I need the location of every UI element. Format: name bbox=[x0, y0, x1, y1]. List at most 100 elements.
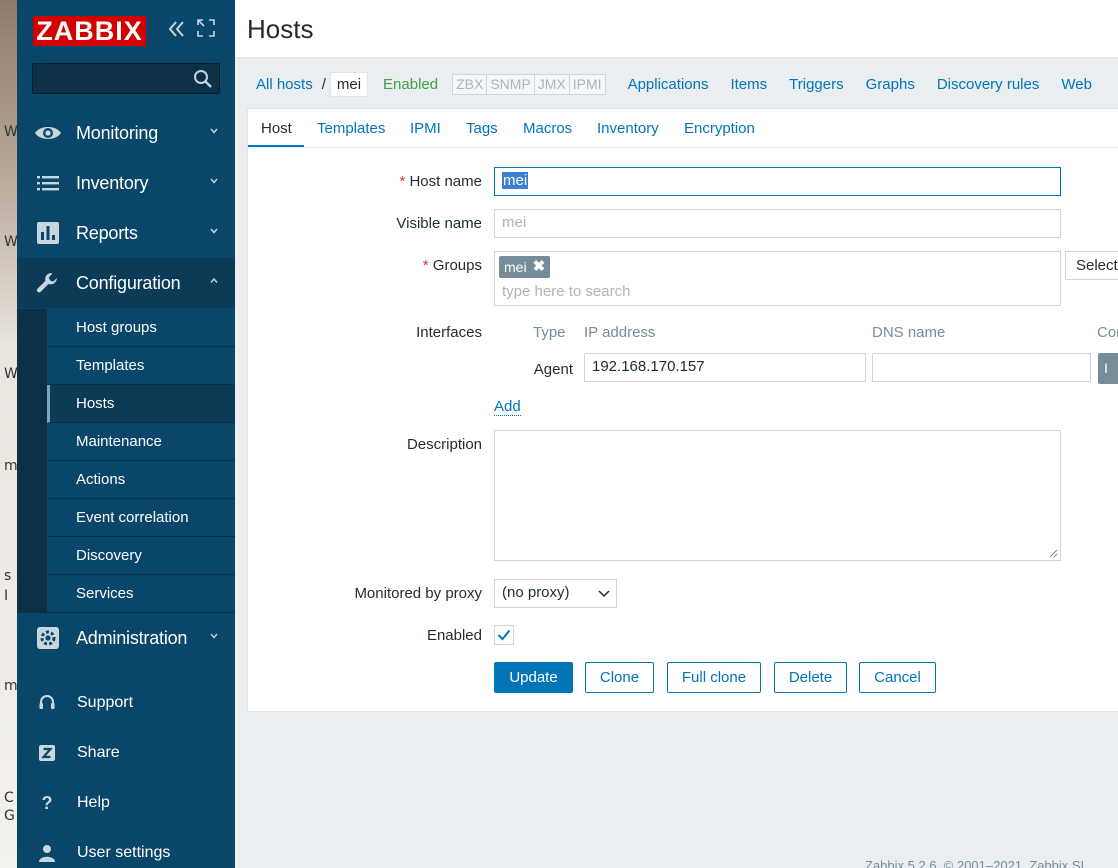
tab-host[interactable]: Host bbox=[261, 120, 292, 137]
host-status-enabled[interactable]: Enabled bbox=[383, 76, 438, 93]
host-link-applications[interactable]: Applications bbox=[628, 76, 709, 93]
nav-label: Share bbox=[77, 744, 120, 761]
tab-tags[interactable]: Tags bbox=[466, 120, 498, 137]
chevron-down-icon bbox=[210, 228, 218, 234]
host-link-items[interactable]: Items bbox=[730, 76, 767, 93]
description-label: Description bbox=[406, 436, 482, 453]
logo-row: ZABBIX bbox=[33, 16, 146, 46]
active-tab-indicator bbox=[248, 145, 304, 147]
host-link-triggers[interactable]: Triggers bbox=[789, 76, 843, 93]
nav-label: Support bbox=[77, 694, 134, 711]
groups-search-placeholder[interactable]: type here to search bbox=[502, 283, 630, 300]
chevron-down-icon bbox=[210, 178, 218, 184]
tab-templates[interactable]: Templates bbox=[317, 120, 385, 137]
description-textarea[interactable] bbox=[494, 430, 1061, 561]
breadcrumb-all-hosts[interactable]: All hosts bbox=[256, 76, 313, 93]
configuration-submenu: Host groups Templates Hosts Maintenance … bbox=[17, 309, 235, 613]
nav-support[interactable]: Support bbox=[17, 678, 235, 728]
wrench-icon bbox=[34, 271, 62, 295]
nav-label: Help bbox=[77, 794, 110, 811]
host-link-graphs[interactable]: Graphs bbox=[866, 76, 915, 93]
clone-button[interactable]: Clone bbox=[585, 662, 654, 693]
nav-help[interactable]: ? Help bbox=[17, 778, 235, 828]
submenu-services[interactable]: Services bbox=[47, 575, 235, 613]
question-icon: ? bbox=[41, 792, 53, 813]
groups-label-text: Groups bbox=[432, 257, 482, 274]
interfaces-col-dns: DNS name bbox=[872, 324, 946, 341]
host-form: Host Templates IPMI Tags Macros Inventor… bbox=[247, 108, 1118, 712]
nav-user-settings[interactable]: User settings bbox=[17, 828, 235, 868]
remove-tag-icon[interactable]: ✖ bbox=[533, 256, 546, 278]
add-interface-link[interactable]: Add bbox=[494, 398, 521, 416]
page-title: Hosts bbox=[247, 14, 314, 44]
desktop-fragment: G bbox=[4, 808, 15, 824]
visible-name-label: Visible name bbox=[396, 215, 482, 232]
breadcrumb-separator: / bbox=[321, 75, 326, 93]
interface-ip-input[interactable]: 192.168.170.157 bbox=[584, 353, 866, 382]
desktop-fragment: s bbox=[4, 568, 12, 584]
cancel-button[interactable]: Cancel bbox=[859, 662, 936, 693]
enabled-checkbox[interactable] bbox=[494, 625, 514, 645]
interfaces-col-type: Type bbox=[533, 324, 566, 341]
interface-dns-input[interactable] bbox=[872, 353, 1091, 382]
availability-ipmi: IPMI bbox=[569, 74, 605, 94]
host-link-discovery-rules[interactable]: Discovery rules bbox=[937, 76, 1040, 93]
gear-icon bbox=[34, 626, 62, 650]
delete-button[interactable]: Delete bbox=[774, 662, 847, 693]
submenu-event-correlation[interactable]: Event correlation bbox=[47, 499, 235, 537]
resize-handle-icon[interactable] bbox=[1049, 549, 1058, 558]
search-icon[interactable] bbox=[193, 69, 213, 89]
host-link-web[interactable]: Web bbox=[1061, 76, 1092, 93]
collapse-sidebar-icon[interactable] bbox=[164, 16, 190, 46]
eye-icon bbox=[34, 121, 62, 145]
nav-reports[interactable]: Reports bbox=[17, 208, 235, 258]
full-clone-button[interactable]: Full clone bbox=[667, 662, 761, 693]
group-tag: mei ✖ bbox=[499, 256, 551, 278]
sidebar-search-input[interactable] bbox=[32, 63, 220, 94]
tab-encryption[interactable]: Encryption bbox=[684, 120, 755, 137]
nav-label: Reports bbox=[76, 222, 138, 243]
host-name-value: mei bbox=[502, 172, 529, 189]
submenu-host-groups[interactable]: Host groups bbox=[47, 309, 235, 347]
nav-share[interactable]: Share bbox=[17, 728, 235, 778]
proxy-select-value: (no proxy) bbox=[502, 584, 570, 601]
tab-ipmi[interactable]: IPMI bbox=[410, 120, 441, 137]
interface-type-agent: Agent bbox=[533, 361, 573, 378]
desktop-background-strip: W W W m s I m C G bbox=[0, 0, 17, 868]
tab-inventory[interactable]: Inventory bbox=[597, 120, 659, 137]
share-z-icon bbox=[34, 744, 60, 762]
tab-macros[interactable]: Macros bbox=[523, 120, 572, 137]
nav-monitoring[interactable]: Monitoring bbox=[17, 108, 235, 158]
nav-configuration[interactable]: Configuration bbox=[17, 258, 235, 308]
nav-administration[interactable]: Administration bbox=[17, 613, 235, 663]
nav-label: Inventory bbox=[76, 172, 149, 193]
groups-multiselect[interactable]: mei ✖ type here to search bbox=[494, 251, 1061, 306]
availability-zbx: ZBX bbox=[453, 74, 488, 94]
zabbix-logo[interactable]: ZABBIX bbox=[33, 16, 146, 46]
submenu-hosts[interactable]: Hosts bbox=[47, 385, 235, 423]
submenu-discovery[interactable]: Discovery bbox=[47, 537, 235, 575]
submenu-templates[interactable]: Templates bbox=[47, 347, 235, 385]
availability-indicators: ZBX SNMP JMX IPMI bbox=[452, 73, 606, 95]
submenu-maintenance[interactable]: Maintenance bbox=[47, 423, 235, 461]
nav-inventory[interactable]: Inventory bbox=[17, 158, 235, 208]
list-icon bbox=[34, 171, 62, 195]
chevron-up-icon bbox=[210, 277, 218, 283]
breadcrumb-current-host[interactable]: mei bbox=[329, 71, 369, 97]
kiosk-mode-icon[interactable] bbox=[193, 16, 219, 46]
desktop-fragment: W bbox=[4, 124, 17, 140]
update-button[interactable]: Update bbox=[494, 662, 573, 693]
form-tabs: Host Templates IPMI Tags Macros Inventor… bbox=[248, 109, 1118, 148]
host-name-label: * Host name bbox=[308, 173, 482, 190]
groups-select-button[interactable]: Select bbox=[1065, 251, 1118, 280]
visible-name-input[interactable]: mei bbox=[494, 209, 1061, 238]
host-name-input[interactable]: mei bbox=[494, 167, 1061, 196]
page-header: Hosts bbox=[235, 0, 1118, 58]
chevron-down-icon bbox=[210, 633, 218, 639]
interface-connect-ip-button[interactable]: I bbox=[1098, 353, 1118, 384]
desktop-fragment: C bbox=[4, 790, 14, 806]
submenu-actions[interactable]: Actions bbox=[47, 461, 235, 499]
proxy-select[interactable]: (no proxy) bbox=[494, 579, 617, 608]
desktop-fragment: W bbox=[4, 366, 17, 382]
group-tag-label: mei bbox=[504, 259, 527, 275]
